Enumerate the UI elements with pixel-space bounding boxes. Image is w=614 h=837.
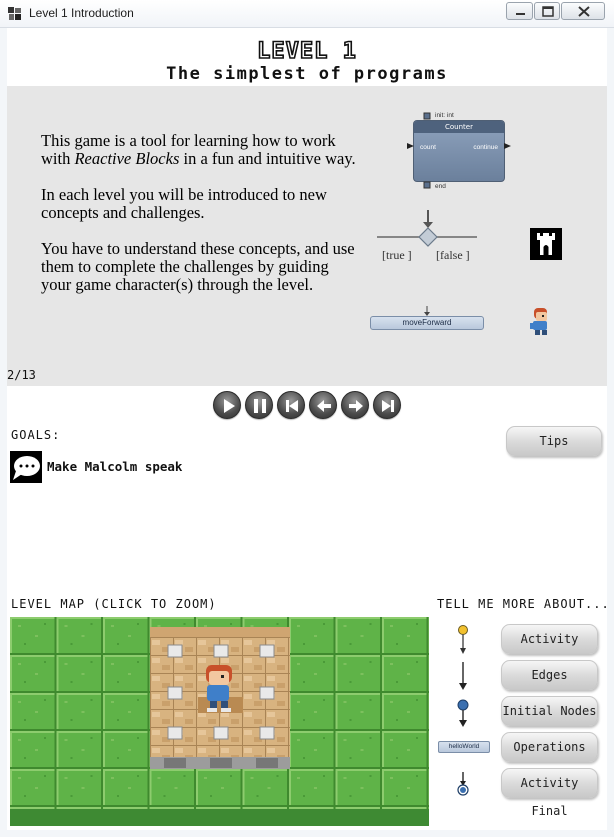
arrow-left-icon — [317, 400, 331, 412]
window-titlebar: Level 1 Introduction — [0, 0, 614, 28]
continue-pin-icon — [504, 143, 511, 149]
reactive-blocks-emphasis: Reactive Blocks — [74, 149, 180, 168]
tips-button[interactable]: Tips — [506, 426, 602, 456]
counter-continue-label: continue — [473, 144, 498, 151]
next-button[interactable] — [341, 391, 369, 419]
previous-button[interactable] — [309, 391, 337, 419]
initial-nodes-button[interactable]: Initial Nodes — [501, 696, 598, 726]
intro-paragraph-2: In each level you will be introduced to … — [41, 185, 327, 222]
activity-step-icon — [458, 625, 468, 654]
play-button[interactable] — [213, 391, 241, 419]
window-title: Level 1 Introduction — [29, 6, 134, 20]
malcolm-character-icon — [530, 308, 550, 338]
skip-to-start-icon — [286, 400, 298, 412]
initial-node-icon — [457, 699, 469, 727]
minimize-button[interactable] — [506, 2, 533, 20]
activity-final-icon — [457, 772, 469, 796]
page-indicator: 2/13 — [7, 368, 36, 382]
end-pin-icon — [423, 181, 431, 189]
counter-count-label: count — [420, 144, 436, 151]
count-pin-icon — [407, 143, 414, 149]
edge-arrow-icon — [459, 662, 467, 690]
intro-text: This game is a tool for learning how to … — [41, 132, 361, 312]
operation-arrow-icon — [424, 306, 430, 316]
castle-tower-icon — [530, 228, 562, 260]
app-logo-icon — [8, 7, 21, 20]
activity-final-button[interactable]: Activity Final — [501, 768, 598, 818]
move-forward-operation: moveForward — [370, 316, 484, 330]
tell-me-more-title: TELL ME MORE ABOUT... — [437, 597, 610, 611]
counter-end-label: end — [435, 183, 446, 190]
maximize-button[interactable] — [534, 2, 560, 20]
level-title: LEVEL 1 — [256, 39, 357, 65]
intro-paragraph-3: You have to understand these concepts, a… — [41, 239, 355, 294]
close-icon — [578, 6, 590, 17]
level-map-title: LEVEL MAP (CLICK TO ZOOM) — [11, 597, 217, 611]
level-map[interactable] — [10, 617, 429, 826]
close-button[interactable] — [561, 2, 605, 20]
operations-button[interactable]: Operations — [501, 732, 598, 762]
goals-title: GOALS: — [11, 428, 61, 442]
intro-panel: This game is a tool for learning how to … — [7, 86, 607, 386]
decision-false-label: [false ] — [436, 248, 470, 262]
maximize-icon — [542, 6, 554, 17]
operation-block-icon: helloWorld — [438, 741, 490, 753]
counter-block: Counter count continue — [413, 120, 505, 182]
arrow-right-icon — [349, 400, 363, 412]
minimize-icon — [516, 13, 525, 15]
goal-item-text: Make Malcolm speak — [47, 459, 183, 474]
decision-true-label: [true ] — [382, 248, 412, 262]
intro-paragraph-1: This game is a tool for learning how to … — [41, 131, 356, 168]
activity-steps-button[interactable]: Activity Steps — [501, 624, 598, 674]
decision-node-icon — [377, 210, 477, 247]
edges-button[interactable]: Edges — [501, 660, 598, 690]
level-subtitle: The simplest of programs — [166, 64, 448, 84]
pause-button[interactable] — [245, 391, 273, 419]
init-pin-icon — [423, 112, 431, 120]
speech-bubble-icon — [10, 451, 42, 483]
first-button[interactable] — [277, 391, 305, 419]
pause-icon — [254, 399, 266, 413]
skip-to-end-icon — [382, 400, 394, 412]
last-button[interactable] — [373, 391, 401, 419]
counter-block-title: Counter — [414, 121, 504, 133]
counter-init-label: init: int — [435, 112, 454, 119]
play-icon — [224, 399, 235, 413]
